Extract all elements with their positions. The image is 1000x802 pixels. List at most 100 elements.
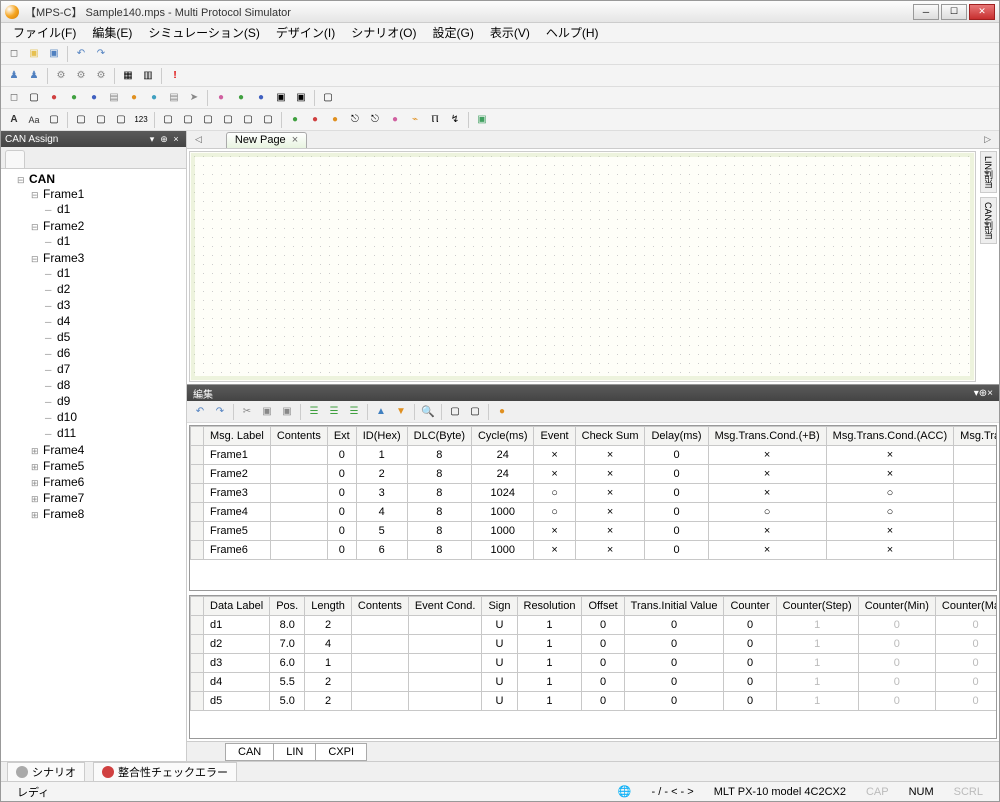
t4-k-icon[interactable] bbox=[306, 111, 324, 129]
t4-f-icon[interactable]: ▢ bbox=[199, 111, 217, 129]
data-col-header[interactable]: Resolution bbox=[517, 597, 582, 616]
msg-col-header[interactable]: Delay(ms) bbox=[645, 427, 708, 446]
side-tab-can[interactable]: CAN割当 bbox=[980, 197, 997, 244]
menu-simulation[interactable]: シミュレーション(S) bbox=[140, 22, 268, 43]
move-down-icon[interactable] bbox=[392, 403, 410, 421]
t3-orange-icon[interactable] bbox=[125, 89, 143, 107]
t4-q-icon[interactable]: ↯ bbox=[446, 111, 464, 129]
tree-leaf[interactable]: d11 bbox=[45, 425, 184, 441]
footer-tab-scenario[interactable]: シナリオ bbox=[7, 762, 85, 782]
save-icon[interactable] bbox=[45, 45, 63, 63]
tree-frame[interactable]: Frame8 bbox=[31, 506, 184, 522]
t4-d-icon[interactable]: ▢ bbox=[159, 111, 177, 129]
t4-b-icon[interactable]: ▢ bbox=[92, 111, 110, 129]
tree-leaf[interactable]: d1 bbox=[45, 265, 184, 281]
data-col-header[interactable]: Sign bbox=[482, 597, 517, 616]
side-tab-lin[interactable]: LIN割当 bbox=[980, 151, 997, 193]
tree-leaf[interactable]: d10 bbox=[45, 409, 184, 425]
gear2-icon[interactable] bbox=[72, 67, 90, 85]
tab-nav-right-icon[interactable]: ▷ bbox=[980, 134, 995, 145]
msg-col-header[interactable]: Check Sum bbox=[575, 427, 645, 446]
data-table[interactable]: Data LabelPos.LengthContentsEvent Cond.S… bbox=[190, 596, 997, 711]
redo-icon[interactable] bbox=[92, 45, 110, 63]
data-col-header[interactable]: Offset bbox=[582, 597, 624, 616]
t3-grad-icon[interactable] bbox=[105, 89, 123, 107]
panel-close-icon[interactable]: × bbox=[170, 133, 182, 145]
msg-col-header[interactable]: DLC(Byte) bbox=[407, 427, 471, 446]
menu-edit[interactable]: 編集(E) bbox=[84, 22, 140, 43]
table-row[interactable]: Frame101824××0××○ bbox=[191, 446, 998, 465]
data-col-header[interactable]: Counter(Step) bbox=[776, 597, 858, 616]
user-icon[interactable] bbox=[5, 67, 23, 85]
t4-box-icon[interactable] bbox=[45, 111, 63, 129]
gear-icon[interactable] bbox=[52, 67, 70, 85]
data-col-header[interactable]: Counter(Min) bbox=[858, 597, 935, 616]
data-col-header[interactable]: Counter(Max) bbox=[935, 597, 997, 616]
table-row[interactable]: Frame60681000××0××○ bbox=[191, 541, 998, 560]
t3-y-icon[interactable]: ▣ bbox=[292, 89, 310, 107]
maximize-button[interactable]: ☐ bbox=[941, 4, 967, 20]
t4-n-icon[interactable]: ⎋ bbox=[366, 111, 384, 129]
table-row[interactable]: d45.52U1000100 bbox=[191, 673, 998, 692]
msg-table-wrap[interactable]: Msg. LabelContentsExtID(Hex)DLC(Byte)Cyc… bbox=[189, 425, 997, 591]
t4-p-icon[interactable]: Ⲡ bbox=[426, 111, 444, 129]
tree-leaf[interactable]: d4 bbox=[45, 313, 184, 329]
msg-col-header[interactable]: Ext bbox=[327, 427, 356, 446]
data-col-header[interactable]: Trans.Initial Value bbox=[624, 597, 724, 616]
msg-col-header[interactable]: Event bbox=[534, 427, 575, 446]
data-col-header[interactable]: Length bbox=[305, 597, 352, 616]
edit-redo-icon[interactable] bbox=[211, 403, 229, 421]
tool-a-icon[interactable]: ▦ bbox=[119, 67, 137, 85]
cut-icon[interactable] bbox=[238, 403, 256, 421]
menu-design[interactable]: デザイン(I) bbox=[268, 22, 343, 43]
tree-frame[interactable]: Frame5 bbox=[31, 458, 184, 474]
edit-undo-icon[interactable] bbox=[191, 403, 209, 421]
table-row[interactable]: d36.01U1000100 bbox=[191, 654, 998, 673]
tree-frame[interactable]: Frame3d1d2d3d4d5d6d7d8d9d10d11 bbox=[31, 250, 184, 442]
tag-icon[interactable] bbox=[493, 403, 511, 421]
tree-leaf[interactable]: d1 bbox=[45, 233, 184, 249]
tool-b-icon[interactable]: ▥ bbox=[139, 67, 157, 85]
open-icon[interactable] bbox=[25, 45, 43, 63]
t4-e-icon[interactable]: ▢ bbox=[179, 111, 197, 129]
canvas-tab[interactable]: New Page × bbox=[226, 132, 307, 148]
gear3-icon[interactable] bbox=[92, 67, 110, 85]
table-row[interactable]: Frame40481000○×0○○○ bbox=[191, 503, 998, 522]
t3-red-icon[interactable] bbox=[45, 89, 63, 107]
msg-col-header[interactable]: Contents bbox=[270, 427, 327, 446]
t4-pulse-icon[interactable] bbox=[406, 111, 424, 129]
view1-icon[interactable] bbox=[446, 403, 464, 421]
design-canvas[interactable] bbox=[189, 151, 976, 382]
tab-cxpi[interactable]: CXPI bbox=[315, 743, 367, 761]
exclaim-icon[interactable] bbox=[166, 67, 184, 85]
menu-help[interactable]: ヘルプ(H) bbox=[538, 22, 607, 43]
close-button[interactable]: ✕ bbox=[969, 4, 995, 20]
tree-frame[interactable]: Frame4 bbox=[31, 442, 184, 458]
list3-icon[interactable] bbox=[345, 403, 363, 421]
menu-scenario[interactable]: シナリオ(O) bbox=[343, 22, 424, 43]
t3-green-icon[interactable] bbox=[65, 89, 83, 107]
t4-m-icon[interactable]: ⎋ bbox=[346, 111, 364, 129]
table-row[interactable]: Frame202824××0××○ bbox=[191, 465, 998, 484]
panel-dropdown-icon[interactable]: ▾ bbox=[146, 133, 158, 145]
tree-leaf[interactable]: d7 bbox=[45, 361, 184, 377]
user2-icon[interactable] bbox=[25, 67, 43, 85]
tree-leaf[interactable]: d6 bbox=[45, 345, 184, 361]
image-icon[interactable] bbox=[473, 111, 491, 129]
new-icon[interactable] bbox=[5, 45, 23, 63]
table-row[interactable]: d27.04U1000100 bbox=[191, 635, 998, 654]
t4-i-icon[interactable]: ▢ bbox=[259, 111, 277, 129]
msg-col-header[interactable]: ID(Hex) bbox=[356, 427, 407, 446]
table-row[interactable]: d55.02U1000100 bbox=[191, 692, 998, 711]
t4-l-icon[interactable] bbox=[326, 111, 344, 129]
tab-nav-left-icon[interactable]: ◁ bbox=[191, 134, 206, 145]
list1-icon[interactable] bbox=[305, 403, 323, 421]
tree-leaf[interactable]: d3 bbox=[45, 297, 184, 313]
case-icon[interactable] bbox=[25, 111, 43, 129]
tree-leaf[interactable]: d8 bbox=[45, 377, 184, 393]
tree-leaf[interactable]: d5 bbox=[45, 329, 184, 345]
font-icon[interactable] bbox=[5, 111, 23, 129]
minimize-button[interactable]: ─ bbox=[913, 4, 939, 20]
t4-c-icon[interactable]: ▢ bbox=[112, 111, 130, 129]
tree-leaf[interactable]: d2 bbox=[45, 281, 184, 297]
